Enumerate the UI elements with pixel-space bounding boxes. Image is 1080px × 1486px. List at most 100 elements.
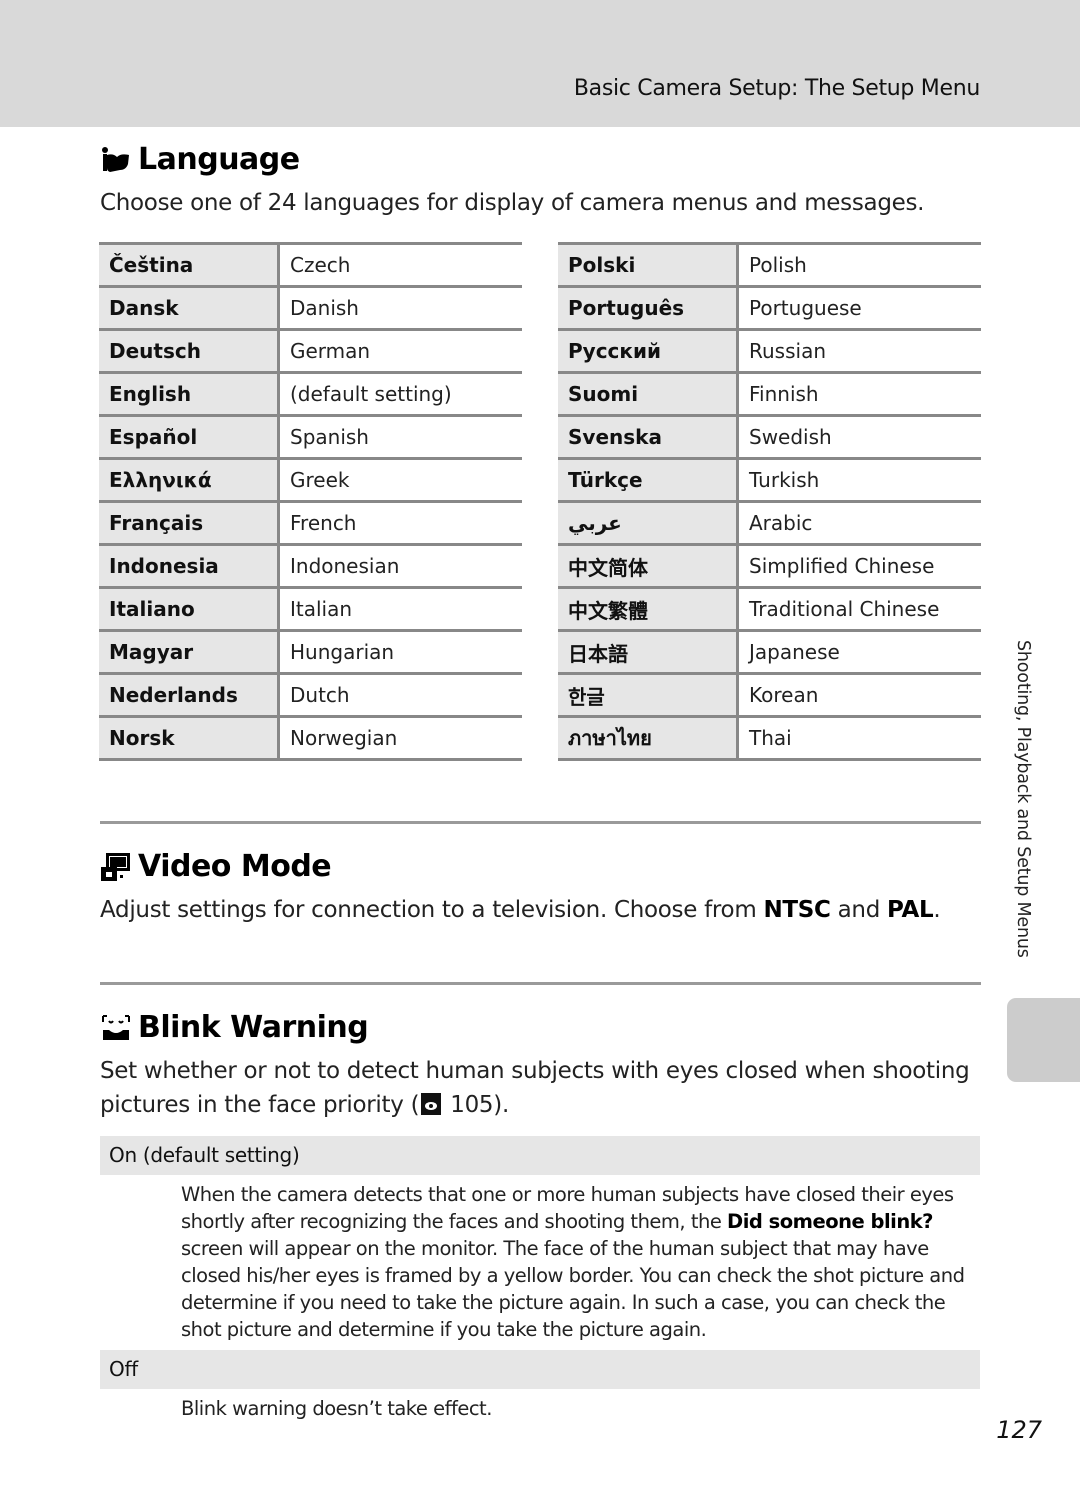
language-icon xyxy=(100,144,132,176)
language-english-name: Spanish xyxy=(278,414,522,459)
video-mode-desc-suffix: . xyxy=(933,897,941,923)
header-band xyxy=(0,0,1080,127)
language-english-name: Indonesian xyxy=(278,543,522,588)
language-english-name: Swedish xyxy=(737,414,981,459)
language-native-name: 中文简体 xyxy=(558,543,739,588)
section-divider xyxy=(100,821,981,824)
language-native-name: Русский xyxy=(558,328,739,373)
language-native-name: 中文繁體 xyxy=(558,586,739,631)
language-native-name: Português xyxy=(558,285,739,330)
language-row: Norsk Norwegian xyxy=(99,715,522,761)
language-native-name: Italiano xyxy=(99,586,280,631)
option-on-description: When the camera detects that one or more… xyxy=(181,1181,971,1343)
language-english-name: Portuguese xyxy=(737,285,981,330)
video-mode-icon xyxy=(100,851,132,883)
language-native-name: Nederlands xyxy=(99,672,280,717)
language-row: Polski Polish xyxy=(558,242,981,287)
option-off-description: Blink warning doesn’t take effect. xyxy=(181,1397,492,1420)
language-table-right: Polski Polish Português Portuguese Русский Ru… xyxy=(558,242,981,761)
language-english-name: Finnish xyxy=(737,371,981,416)
option-on-desc-text-cont: screen will appear on the monitor. The f… xyxy=(181,1237,965,1341)
language-native-name: Čeština xyxy=(99,242,280,287)
blink-warning-title: Blink Warning xyxy=(138,1010,369,1045)
language-title: Language xyxy=(138,142,300,177)
blink-desc-suffix: ). xyxy=(493,1092,509,1118)
language-native-name: 日本語 xyxy=(558,629,739,674)
language-english-name: Turkish xyxy=(737,457,981,502)
language-row: Русский Russian xyxy=(558,328,981,373)
language-native-name: English xyxy=(99,371,280,416)
language-row: Italiano Italian xyxy=(99,586,522,631)
language-english-name: Polish xyxy=(737,242,981,287)
language-row: Deutsch German xyxy=(99,328,522,373)
language-english-name: Italian xyxy=(278,586,522,631)
language-row: 日本語 Japanese xyxy=(558,629,981,674)
language-english-name: Norwegian xyxy=(278,715,522,761)
language-native-name: Suomi xyxy=(558,371,739,416)
language-english-name: Arabic xyxy=(737,500,981,545)
language-native-name: 한글 xyxy=(558,672,739,717)
language-native-name: Magyar xyxy=(99,629,280,674)
video-mode-desc-prefix: Adjust settings for connection to a tele… xyxy=(100,897,764,923)
side-tab-marker xyxy=(1007,998,1080,1082)
language-english-name: Thai xyxy=(737,715,981,761)
language-row: English (default setting) xyxy=(99,371,522,416)
language-description: Choose one of 24 languages for display o… xyxy=(100,190,925,216)
language-heading: Language xyxy=(100,142,300,177)
language-row: Suomi Finnish xyxy=(558,371,981,416)
language-native-name: Español xyxy=(99,414,280,459)
language-native-name: Svenska xyxy=(558,414,739,459)
language-native-name: عربي xyxy=(558,500,739,545)
did-someone-blink-screen-name: Did someone blink? xyxy=(727,1210,933,1233)
video-mode-title: Video Mode xyxy=(138,849,332,884)
language-row: 中文简体 Simplified Chinese xyxy=(558,543,981,588)
language-native-name: Ελληνικά xyxy=(99,457,280,502)
language-native-name: Polski xyxy=(558,242,739,287)
language-row: Svenska Swedish xyxy=(558,414,981,459)
language-native-name: ภาษาไทย xyxy=(558,715,739,761)
blink-warning-description-line2: pictures in the face priority ( 105). xyxy=(100,1092,509,1118)
language-english-name: Greek xyxy=(278,457,522,502)
video-mode-desc-middle: and xyxy=(830,897,888,923)
language-english-name: Japanese xyxy=(737,629,981,674)
language-row: Dansk Danish xyxy=(99,285,522,330)
language-row: Ελληνικά Greek xyxy=(99,457,522,502)
running-head: Basic Camera Setup: The Setup Menu xyxy=(573,76,980,101)
language-row: 中文繁體 Traditional Chinese xyxy=(558,586,981,631)
language-row: Türkçe Turkish xyxy=(558,457,981,502)
language-english-name: Korean xyxy=(737,672,981,717)
page-number: 127 xyxy=(996,1416,1042,1444)
language-english-name: German xyxy=(278,328,522,373)
language-english-name: Russian xyxy=(737,328,981,373)
language-row: ภาษาไทย Thai xyxy=(558,715,981,761)
language-row: 한글 Korean xyxy=(558,672,981,717)
blink-warning-description-line1: Set whether or not to detect human subje… xyxy=(100,1058,970,1084)
language-row: Português Portuguese xyxy=(558,285,981,330)
reference-page-number: 105 xyxy=(450,1092,494,1118)
blink-warning-heading: Blink Warning xyxy=(100,1010,369,1045)
language-native-name: Deutsch xyxy=(99,328,280,373)
section-divider xyxy=(100,982,981,985)
language-english-name: Dutch xyxy=(278,672,522,717)
reference-page-icon xyxy=(421,1093,442,1115)
language-english-name: Traditional Chinese xyxy=(737,586,981,631)
language-row: Español Spanish xyxy=(99,414,522,459)
language-english-name: Hungarian xyxy=(278,629,522,674)
language-english-name: Czech xyxy=(278,242,522,287)
language-native-name: Français xyxy=(99,500,280,545)
option-off-label: Off xyxy=(100,1350,980,1389)
ntsc-option: NTSC xyxy=(763,897,831,923)
language-table-left: Čeština Czech Dansk Danish Deutsch German Engl… xyxy=(99,242,522,761)
language-row: Indonesia Indonesian xyxy=(99,543,522,588)
language-english-name: Danish xyxy=(278,285,522,330)
language-row: عربي Arabic xyxy=(558,500,981,545)
language-row: Français French xyxy=(99,500,522,545)
language-row: Nederlands Dutch xyxy=(99,672,522,717)
pal-option: PAL xyxy=(887,897,934,923)
side-tab-label: Shooting, Playback and Setup Menus xyxy=(1013,640,1033,958)
language-row: Magyar Hungarian xyxy=(99,629,522,674)
option-on-label: On (default setting) xyxy=(100,1136,980,1175)
language-native-name: Türkçe xyxy=(558,457,739,502)
video-mode-description: Adjust settings for connection to a tele… xyxy=(100,897,941,923)
video-mode-heading: Video Mode xyxy=(100,849,332,884)
